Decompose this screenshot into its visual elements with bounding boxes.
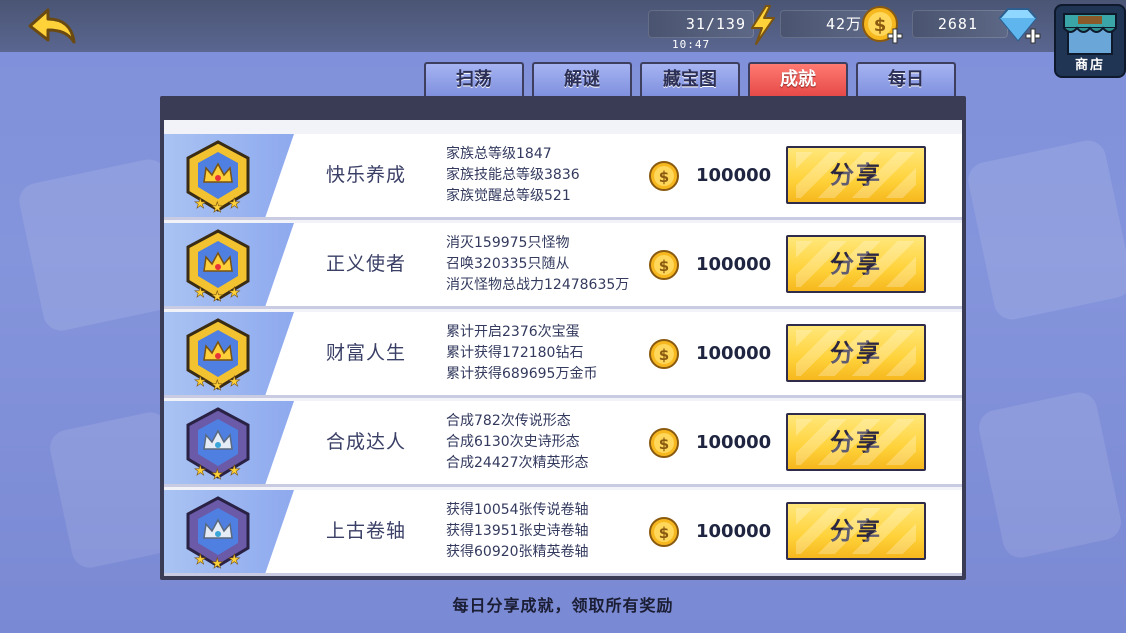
svg-text:$: $ bbox=[659, 435, 669, 453]
svg-text:★: ★ bbox=[228, 552, 241, 568]
description-line: 消灭怪物总战力12478635万 bbox=[446, 277, 630, 293]
svg-text:$: $ bbox=[659, 346, 669, 364]
achievement-name: 财富人生 bbox=[325, 342, 406, 364]
achievement-description: 累计开启2376次宝蛋 累计获得172180钻石 累计获得689695万金币 bbox=[446, 322, 597, 385]
reward-amount: 100000 bbox=[696, 165, 772, 186]
svg-text:$: $ bbox=[659, 257, 669, 275]
silver-crown-badge-icon: ★ ★ ★ bbox=[186, 496, 250, 570]
description-line: 合成782次传说形态 bbox=[446, 413, 571, 429]
back-arrow-icon bbox=[28, 8, 76, 44]
energy-value: 31/139 bbox=[685, 15, 746, 33]
achievement-row: ★ ★ ★ 合成达人 合成782次传说形态 合成6130次史诗形态 合成2442… bbox=[164, 401, 962, 487]
share-button[interactable]: 分享 bbox=[786, 235, 926, 293]
reward-amount: 100000 bbox=[696, 343, 772, 364]
top-bar: 31/139 10:47 42万 $ 2681 商店 bbox=[0, 0, 1126, 78]
share-button[interactable]: 分享 bbox=[786, 146, 926, 204]
gem-counter: 2681 bbox=[912, 10, 1008, 38]
tab-achievements[interactable]: 成就 bbox=[748, 62, 848, 96]
achievement-description: 获得10054张传说卷轴 获得13951张史诗卷轴 获得60920张精英卷轴 bbox=[446, 500, 589, 563]
tab-daily[interactable]: 每日 bbox=[856, 62, 956, 96]
share-button[interactable]: 分享 bbox=[786, 502, 926, 560]
achievement-row: ★ ★ ★ 快乐养成 家族总等级1847 家族技能总等级3836 家族觉醒总等级… bbox=[164, 134, 962, 220]
achievement-description: 消灭159975只怪物 召唤320335只随从 消灭怪物总战力12478635万 bbox=[446, 233, 629, 296]
svg-text:★: ★ bbox=[228, 374, 241, 390]
svg-text:★: ★ bbox=[194, 463, 207, 479]
description-line: 获得10054张传说卷轴 bbox=[446, 502, 589, 518]
description-line: 召唤320335只随从 bbox=[446, 256, 570, 272]
svg-text:$: $ bbox=[874, 15, 887, 36]
svg-text:★: ★ bbox=[194, 285, 207, 301]
silver-crown-badge-icon: ★ ★ ★ bbox=[186, 407, 250, 481]
svg-text:★: ★ bbox=[211, 467, 224, 481]
description-line: 累计开启2376次宝蛋 bbox=[446, 324, 580, 340]
svg-text:★: ★ bbox=[194, 374, 207, 390]
svg-text:★: ★ bbox=[211, 289, 224, 303]
diamond-plus-icon bbox=[998, 8, 1041, 44]
svg-text:★: ★ bbox=[211, 378, 224, 392]
tab-puzzle[interactable]: 解谜 bbox=[532, 62, 632, 96]
gold-coin-icon: $ bbox=[649, 428, 679, 458]
description-line: 累计获得172180钻石 bbox=[446, 345, 584, 361]
svg-text:★: ★ bbox=[228, 463, 241, 479]
svg-text:$: $ bbox=[659, 168, 669, 186]
gold-crown-badge-icon: ★ ★ ★ bbox=[186, 140, 250, 214]
add-gem-button[interactable] bbox=[996, 6, 1042, 46]
svg-text:★: ★ bbox=[194, 196, 207, 212]
description-line: 家族觉醒总等级521 bbox=[446, 188, 571, 204]
gold-counter: 42万 bbox=[780, 10, 870, 38]
gold-coin-icon: $ bbox=[649, 250, 679, 280]
achievement-description: 家族总等级1847 家族技能总等级3836 家族觉醒总等级521 bbox=[446, 144, 580, 207]
description-line: 获得13951张史诗卷轴 bbox=[446, 523, 589, 539]
energy-timer: 10:47 bbox=[672, 38, 711, 51]
achievement-description: 合成782次传说形态 合成6130次史诗形态 合成24427次精英形态 bbox=[446, 411, 589, 474]
reward-amount: 100000 bbox=[696, 254, 772, 275]
svg-text:★: ★ bbox=[211, 556, 224, 570]
lightning-icon bbox=[751, 5, 775, 45]
description-line: 家族技能总等级3836 bbox=[446, 167, 580, 183]
reward-amount: 100000 bbox=[696, 432, 772, 453]
gold-crown-badge-icon: ★ ★ ★ bbox=[186, 229, 250, 303]
gold-crown-badge-icon: ★ ★ ★ bbox=[186, 318, 250, 392]
gold-coin-icon: $ bbox=[649, 339, 679, 369]
achievement-name: 快乐养成 bbox=[325, 164, 406, 186]
achievement-row: ★ ★ ★ 上古卷轴 获得10054张传说卷轴 获得13951张史诗卷轴 获得6… bbox=[164, 490, 962, 576]
description-line: 合成24427次精英形态 bbox=[446, 455, 589, 471]
description-line: 合成6130次史诗形态 bbox=[446, 434, 580, 450]
svg-text:★: ★ bbox=[228, 285, 241, 301]
description-line: 家族总等级1847 bbox=[446, 146, 552, 162]
shop-stall-icon bbox=[1063, 13, 1117, 55]
svg-text:★: ★ bbox=[211, 200, 224, 214]
gold-coin-icon: $ bbox=[649, 517, 679, 547]
achievement-name: 上古卷轴 bbox=[325, 520, 406, 542]
background-tile bbox=[964, 137, 1126, 323]
achievement-row: ★ ★ ★ 正义使者 消灭159975只怪物 召唤320335只随从 消灭怪物总… bbox=[164, 223, 962, 309]
gold-coin-plus-icon: $ bbox=[862, 6, 903, 44]
shop-button[interactable]: 商店 bbox=[1054, 4, 1126, 78]
tab-sweep[interactable]: 扫荡 bbox=[424, 62, 524, 96]
tab-treasure-map[interactable]: 藏宝图 bbox=[640, 62, 740, 96]
description-line: 累计获得689695万金币 bbox=[446, 366, 598, 382]
description-line: 获得60920张精英卷轴 bbox=[446, 544, 589, 560]
gold-coin-icon: $ bbox=[649, 161, 679, 191]
description-line: 消灭159975只怪物 bbox=[446, 235, 570, 251]
reward-amount: 100000 bbox=[696, 521, 772, 542]
share-button[interactable]: 分享 bbox=[786, 413, 926, 471]
shop-label: 商店 bbox=[1074, 58, 1105, 73]
svg-text:★: ★ bbox=[194, 552, 207, 568]
add-gold-button[interactable]: $ bbox=[860, 4, 904, 48]
achievement-row: ★ ★ ★ 财富人生 累计开启2376次宝蛋 累计获得172180钻石 累计获得… bbox=[164, 312, 962, 398]
background-tile bbox=[975, 389, 1125, 561]
share-button[interactable]: 分享 bbox=[786, 324, 926, 382]
achievement-name: 正义使者 bbox=[325, 253, 406, 275]
achievement-name: 合成达人 bbox=[325, 431, 406, 453]
svg-text:$: $ bbox=[659, 524, 669, 542]
back-button[interactable] bbox=[22, 6, 82, 48]
achievement-list[interactable]: ★ ★ ★ 快乐养成 家族总等级1847 家族技能总等级3836 家族觉醒总等级… bbox=[164, 120, 962, 576]
svg-text:★: ★ bbox=[228, 196, 241, 212]
energy-counter: 31/139 bbox=[648, 10, 754, 38]
footer-hint: 每日分享成就，领取所有奖励 bbox=[452, 596, 674, 615]
achievement-panel: ★ ★ ★ 快乐养成 家族总等级1847 家族技能总等级3836 家族觉醒总等级… bbox=[160, 96, 966, 580]
